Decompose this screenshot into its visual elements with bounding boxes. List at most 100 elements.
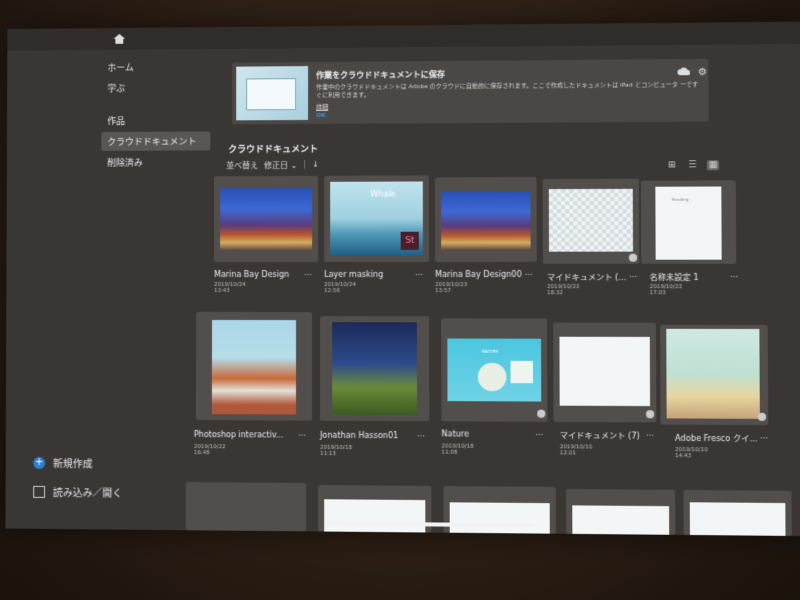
thumbnail-title: Whale [370, 189, 396, 199]
sidebar-item-learn[interactable]: 学ぶ [101, 78, 210, 98]
card-date: 2019/10/24 13:43 [214, 281, 246, 294]
cloud-document-badge-icon [757, 412, 767, 421]
thumbnail-image [220, 187, 313, 251]
card-thumbnail[interactable]: Reading [640, 180, 737, 264]
card-thumbnail[interactable] [683, 489, 792, 536]
sidebar: ホーム 学ぶ 作品 クラウドドキュメント 削除済み [101, 57, 211, 174]
import-icon [33, 485, 46, 498]
card-date: 2019/10/18 11:13 [320, 444, 353, 457]
thumbnail-image [332, 322, 418, 416]
card-name: マイドキュメント (7) [559, 431, 640, 441]
card-thumbnail[interactable] [320, 316, 430, 422]
thumbnail-image [441, 191, 531, 250]
thumbnail-image [689, 502, 786, 536]
import-open-label: 読み込み／開く [52, 488, 123, 500]
sidebar-item-cloud-documents[interactable]: クラウドドキュメント [101, 131, 211, 151]
card-date: 2019/10/18 11:08 [441, 443, 474, 456]
sort-value: 修正日 [264, 160, 289, 171]
divider: | [303, 159, 307, 169]
card-thumbnail[interactable] [434, 177, 537, 262]
card-date: 2019/10/22 16:48 [193, 444, 226, 457]
more-options-icon[interactable]: … [415, 268, 423, 277]
cloud-icon[interactable] [677, 67, 690, 76]
cloud-save-banner: 作業をクラウドドキュメントに保存 作業中のクラウドドキュメントは Adobe の… [232, 58, 709, 125]
home-icon[interactable] [113, 34, 126, 44]
card-date: 2019/10/24 12:56 [324, 282, 357, 295]
card-thumbnail[interactable]: NATURE [441, 318, 548, 422]
grid-view-icon[interactable]: ▦ [706, 160, 720, 171]
card-thumbnail[interactable] [566, 489, 676, 535]
card-name: Layer masking [324, 269, 384, 280]
top-bar [7, 21, 800, 51]
card-date: 2019/10/22 18:32 [547, 284, 580, 297]
cloud-document-badge-icon [537, 409, 546, 418]
card-thumbnail[interactable] [195, 311, 313, 421]
more-options-icon[interactable]: … [525, 268, 533, 277]
gear-icon[interactable]: ⚙ [698, 67, 707, 78]
more-options-icon[interactable]: … [629, 270, 637, 279]
card-name: Adobe Fresco クイ... [674, 433, 758, 444]
card-name: Marina Bay Design [214, 269, 290, 280]
thumbnail-image [324, 499, 426, 533]
card-name: Nature [441, 429, 470, 439]
card-name: マイドキュメント (... [546, 272, 627, 283]
section-title: クラウドドキュメント [228, 144, 319, 156]
banner-text: 作業中のクラウドドキュメントは Adobe のクラウドに自動的に保存されます。こ… [316, 81, 699, 99]
new-document-label: 新規作成 [52, 459, 93, 471]
card-thumbnail[interactable] [542, 178, 640, 264]
thumbnail-image: NATURE [447, 338, 542, 402]
chevron-down-icon: ⌄ [290, 160, 298, 170]
card-name: Photoshop interactiv... [193, 429, 284, 440]
cloud-document-badge-icon [645, 410, 655, 419]
card-date: 2019/10/22 17:03 [649, 284, 683, 297]
sidebar-actions: + 新規作成 読み込み／開く [33, 455, 122, 514]
banner-learn-more-link[interactable]: 詳細 [316, 102, 328, 111]
more-options-icon[interactable]: … [730, 270, 738, 279]
card-name: Jonathan Hasson01 [320, 430, 399, 441]
card-date: 2019/10/23 13:57 [435, 282, 468, 295]
more-options-icon[interactable]: … [417, 429, 425, 438]
banner-ok-button[interactable]: OK [316, 112, 326, 119]
thumbnail-image [211, 319, 297, 415]
card-date: 2019/10/10 14:43 [675, 447, 708, 460]
new-document-button[interactable]: + 新規作成 [33, 455, 122, 471]
banner-title: 作業をクラウドドキュメントに保存 [316, 70, 445, 80]
thumbnail-image [666, 328, 760, 419]
thumbnail-image: Whale St [330, 181, 423, 256]
card-thumbnail[interactable]: Whale St [324, 175, 430, 262]
sort-select[interactable]: 修正日 ⌄ [264, 160, 297, 171]
thumbnail-image: Reading [655, 186, 722, 260]
sort-bar: 並べ替え 修正日 ⌄ | ↓ [226, 160, 319, 171]
thumbnail-image [548, 188, 633, 252]
more-options-icon[interactable]: … [304, 268, 312, 277]
card-name: Marina Bay Design00 [435, 269, 522, 280]
sort-direction-arrow-icon[interactable]: ↓ [312, 160, 319, 171]
sidebar-item-home[interactable]: ホーム [101, 57, 210, 77]
filter-icon[interactable]: ⊞ [666, 160, 678, 170]
more-options-icon[interactable]: … [535, 428, 543, 437]
plus-icon: + [33, 456, 46, 469]
sidebar-item-deleted[interactable]: 削除済み [101, 152, 210, 171]
thumbnail-image [449, 502, 550, 534]
thumbnail-image [572, 505, 670, 535]
more-options-icon[interactable]: … [298, 429, 306, 438]
sidebar-item-works[interactable]: 作品 [101, 111, 210, 131]
card-thumbnail[interactable] [214, 175, 319, 263]
more-options-icon[interactable]: … [760, 431, 768, 440]
thumbnail-title: Reading [671, 196, 689, 202]
list-view-icon[interactable]: ☰ [686, 160, 698, 170]
card-thumbnail[interactable] [660, 324, 769, 426]
more-options-icon[interactable]: … [646, 428, 654, 437]
sort-label: 並べ替え [226, 161, 259, 171]
import-open-button[interactable]: 読み込み／開く [33, 484, 122, 500]
card-thumbnail[interactable] [185, 482, 307, 532]
stock-badge: St [400, 231, 419, 250]
view-toggle: ⊞ ☰ ▦ [666, 160, 720, 170]
thumbnail-title: NATURE [481, 348, 499, 354]
banner-illustration [236, 66, 309, 121]
cloud-document-badge-icon [628, 253, 638, 262]
card-thumbnail[interactable] [553, 322, 657, 423]
thumbnail-image [559, 336, 651, 407]
app-screen: ホーム 学ぶ 作品 クラウドドキュメント 削除済み + 新規作成 読み込み／開く… [5, 21, 800, 537]
card-date: 2019/10/10 12:01 [559, 444, 593, 457]
